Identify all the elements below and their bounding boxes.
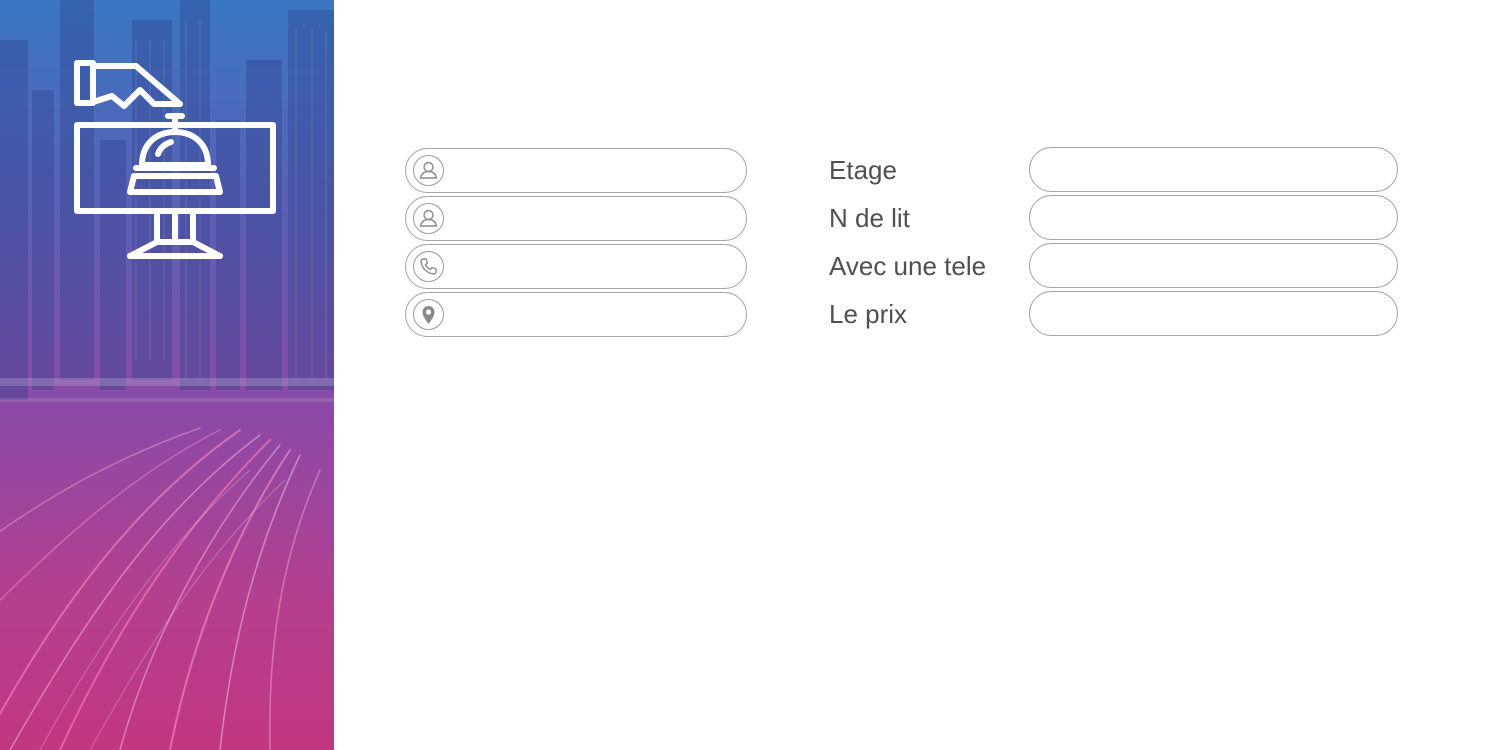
price-input[interactable] — [1046, 292, 1383, 335]
bed-number-field[interactable] — [1029, 195, 1398, 240]
first-name-field[interactable] — [405, 196, 747, 241]
bed-number-label: N de lit — [829, 203, 910, 233]
tv-input[interactable] — [1046, 244, 1383, 287]
phone-icon — [413, 251, 444, 282]
phone-input[interactable] — [454, 245, 732, 288]
tv-label: Avec une tele — [829, 251, 987, 281]
phone-field[interactable] — [405, 244, 747, 289]
name-input[interactable] — [454, 149, 732, 192]
price-field[interactable] — [1029, 291, 1398, 336]
user-icon — [413, 203, 444, 234]
user-icon — [413, 155, 444, 186]
location-pin-icon — [413, 299, 444, 330]
floor-input[interactable] — [1046, 148, 1383, 191]
price-label: Le prix — [829, 299, 908, 329]
address-input[interactable] — [454, 293, 732, 336]
floor-field[interactable] — [1029, 147, 1398, 192]
sidebar-panel — [0, 0, 334, 750]
hotel-reception-bell-icon — [74, 60, 276, 259]
first-name-input[interactable] — [454, 197, 732, 240]
bed-number-input[interactable] — [1046, 196, 1383, 239]
floor-label: Etage — [829, 155, 897, 185]
name-field[interactable] — [405, 148, 747, 193]
tv-field[interactable] — [1029, 243, 1398, 288]
address-field[interactable] — [405, 292, 747, 337]
